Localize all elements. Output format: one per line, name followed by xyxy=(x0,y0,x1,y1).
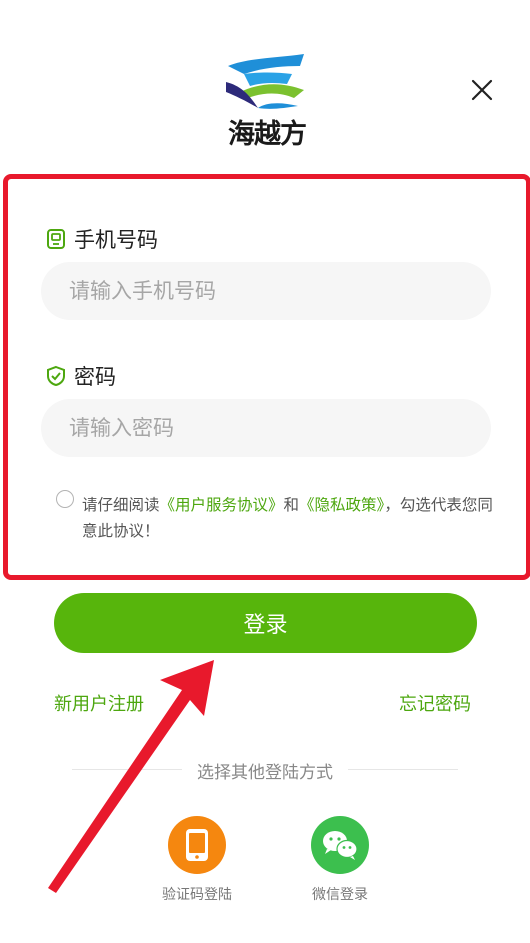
other-methods-title: 选择其他登陆方式 xyxy=(197,763,333,783)
privacy-policy-link[interactable]: 《隐私政策》 xyxy=(299,496,384,514)
sms-code-login-label: 验证码登陆 xyxy=(162,887,232,903)
logo-mark-icon xyxy=(226,54,304,109)
brand-logo: 海越方 xyxy=(222,52,312,152)
wechat-icon xyxy=(323,831,358,860)
password-label: 密码 xyxy=(46,361,116,391)
phone-icon xyxy=(186,829,208,861)
wechat-login-label: 微信登录 xyxy=(312,887,368,903)
wechat-login-circle xyxy=(311,816,369,874)
phone-label: 手机号码 xyxy=(46,224,158,254)
divider-right xyxy=(348,769,458,770)
brand-name: 海越方 xyxy=(228,119,307,150)
password-input[interactable] xyxy=(41,399,491,457)
phone-label-text: 手机号码 xyxy=(74,228,158,252)
agreement-checkbox[interactable] xyxy=(56,490,74,508)
agreement-prefix: 请仔细阅读 xyxy=(82,496,160,514)
wechat-login-button[interactable]: 微信登录 xyxy=(290,816,390,904)
divider-left xyxy=(72,769,182,770)
close-icon xyxy=(471,79,493,101)
user-agreement-link[interactable]: 《用户服务协议》 xyxy=(160,496,284,514)
phone-input[interactable] xyxy=(41,262,491,320)
agreement-text: 请仔细阅读《用户服务协议》和《隐私政策》，勾选代表您同意此协议！ xyxy=(82,492,502,544)
register-link[interactable]: 新用户注册 xyxy=(54,690,144,716)
phone-field-icon xyxy=(47,229,65,249)
forgot-password-link[interactable]: 忘记密码 xyxy=(399,690,471,716)
sms-code-login-button[interactable]: 验证码登陆 xyxy=(147,816,247,904)
shield-check-icon xyxy=(47,365,65,387)
agreement-and: 和 xyxy=(283,496,300,514)
login-form-highlight: 手机号码 密码 请仔细阅读《用户服务协议》和《隐私政策》，勾选代表您同意此协议！ xyxy=(3,174,530,580)
close-button[interactable] xyxy=(466,74,498,106)
password-label-text: 密码 xyxy=(74,365,116,389)
login-button[interactable]: 登录 xyxy=(54,593,477,653)
sms-code-login-circle xyxy=(168,816,226,874)
